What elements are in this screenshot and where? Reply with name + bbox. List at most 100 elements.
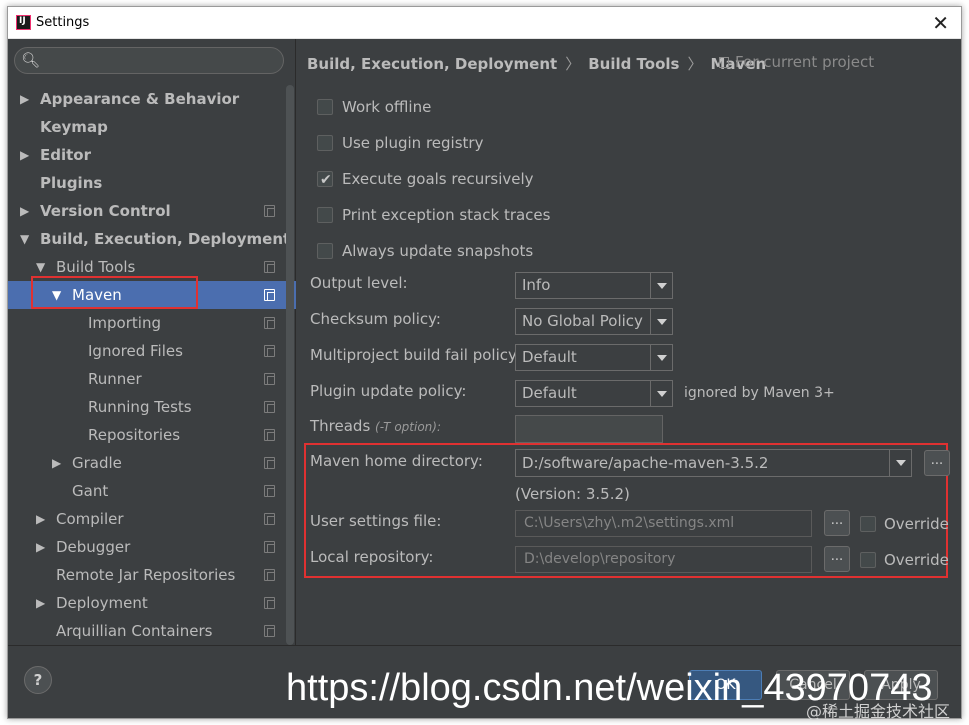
close-icon[interactable]: ✕ bbox=[932, 11, 949, 35]
project-scope-note: For current project bbox=[719, 53, 874, 71]
project-scope-icon bbox=[264, 569, 275, 581]
local-repository-field[interactable]: D:\develop\repository bbox=[515, 546, 812, 573]
intellij-app-icon bbox=[16, 15, 31, 30]
browse-local-repository-button[interactable]: ... bbox=[824, 546, 850, 572]
title-bar: Settings ✕ bbox=[8, 7, 961, 39]
local-repository-label: Local repository: bbox=[310, 548, 434, 566]
sidebar-item[interactable]: ▶ Compiler bbox=[8, 505, 296, 533]
search-icon: 🔍︎ bbox=[21, 51, 41, 69]
sidebar-item[interactable]: Keymap bbox=[8, 113, 296, 141]
checkbox-label: Work offline bbox=[342, 98, 432, 116]
help-button[interactable]: ? bbox=[24, 666, 52, 694]
threads-label: Threads (-T option): bbox=[310, 417, 441, 435]
project-scope-icon bbox=[264, 457, 275, 469]
collapsed-arrow-icon[interactable]: ▶ bbox=[36, 589, 45, 617]
chevron-down-icon bbox=[650, 345, 672, 370]
sidebar-item[interactable]: ▶ Version Control bbox=[8, 197, 296, 225]
sidebar-item[interactable]: ▶ Editor bbox=[8, 141, 296, 169]
sidebar-item[interactable]: Runner bbox=[8, 365, 296, 393]
user-settings-field[interactable]: C:\Users\zhy\.m2\settings.xml bbox=[515, 510, 812, 537]
project-scope-icon bbox=[264, 317, 275, 329]
sidebar-item-label: Build, Execution, Deployment bbox=[40, 230, 291, 248]
sidebar-item-label: Gradle bbox=[72, 454, 122, 472]
collapsed-arrow-icon[interactable]: ▶ bbox=[20, 141, 29, 169]
checkbox-label: Execute goals recursively bbox=[342, 170, 534, 188]
output-level-select[interactable]: Info bbox=[515, 272, 673, 299]
collapsed-arrow-icon[interactable]: ▶ bbox=[20, 85, 29, 113]
checkbox[interactable] bbox=[317, 99, 333, 115]
sidebar-item-label: Runner bbox=[88, 370, 142, 388]
sidebar-item[interactable]: Ignored Files bbox=[8, 337, 296, 365]
collapsed-arrow-icon[interactable]: ▶ bbox=[20, 197, 29, 225]
project-scope-icon bbox=[264, 485, 275, 497]
project-scope-icon bbox=[264, 289, 275, 301]
plugin-update-select[interactable]: Default bbox=[515, 380, 673, 407]
sidebar-item-label: Repositories bbox=[88, 426, 181, 444]
collapsed-arrow-icon[interactable]: ▶ bbox=[36, 533, 45, 561]
sidebar-item[interactable]: Gant bbox=[8, 477, 296, 505]
sidebar-item-label: Ignored Files bbox=[88, 342, 183, 360]
expanded-arrow-icon[interactable]: ▼ bbox=[20, 225, 29, 253]
sidebar-scrollbar[interactable] bbox=[286, 85, 294, 645]
sidebar-item[interactable]: Repositories bbox=[8, 421, 296, 449]
project-scope-icon bbox=[264, 429, 275, 441]
maven-version: (Version: 3.5.2) bbox=[515, 485, 630, 503]
breadcrumb: Build, Execution, Deployment 〉 Build Tools… bbox=[307, 53, 874, 74]
project-scope-icon bbox=[264, 625, 275, 637]
collapsed-arrow-icon[interactable]: ▶ bbox=[52, 449, 61, 477]
user-settings-override-checkbox[interactable] bbox=[860, 516, 876, 532]
sidebar-item-label: Arquillian Containers bbox=[56, 622, 213, 640]
breadcrumb-build-execution: Build, Execution, Deployment bbox=[307, 55, 558, 73]
search-input[interactable]: 🔍︎ bbox=[14, 47, 284, 74]
sidebar-item[interactable]: Plugins bbox=[8, 169, 296, 197]
checkbox-label: Always update snapshots bbox=[342, 242, 534, 260]
browse-maven-home-button[interactable]: ... bbox=[924, 450, 950, 476]
browse-user-settings-button[interactable]: ... bbox=[824, 510, 850, 536]
user-settings-label: User settings file: bbox=[310, 512, 442, 530]
plugin-update-note: ignored by Maven 3+ bbox=[684, 385, 835, 401]
checkbox[interactable] bbox=[317, 243, 333, 259]
checksum-policy-label: Checksum policy: bbox=[310, 310, 441, 328]
sidebar-item-label: Debugger bbox=[56, 538, 131, 556]
checkbox[interactable] bbox=[317, 207, 333, 223]
fail-policy-value: Default bbox=[522, 348, 577, 366]
threads-input[interactable] bbox=[515, 415, 663, 443]
local-repository-override-checkbox[interactable] bbox=[860, 552, 876, 568]
sidebar-item[interactable]: Arquillian Containers bbox=[8, 617, 296, 645]
settings-sidebar: 🔍︎ ▶ Appearance & Behavior Keymap ▶ Editor Pl… bbox=[8, 39, 296, 645]
sidebar-item[interactable]: Importing bbox=[8, 309, 296, 337]
sidebar-item-label: Deployment bbox=[56, 594, 148, 612]
project-icon bbox=[719, 57, 729, 68]
sidebar-item[interactable]: ▶ Deployment bbox=[8, 589, 296, 617]
checksum-policy-select[interactable]: No Global Policy bbox=[515, 308, 673, 335]
window-title: Settings bbox=[36, 15, 90, 30]
sidebar-item[interactable]: ▶ Debugger bbox=[8, 533, 296, 561]
checked-checkbox[interactable] bbox=[317, 168, 333, 192]
maven-home-select[interactable]: D:/software/apache-maven-3.5.2 bbox=[515, 449, 912, 477]
settings-content: Build, Execution, Deployment 〉 Build Tools… bbox=[297, 39, 961, 645]
breadcrumb-build-tools: Build Tools bbox=[588, 55, 680, 73]
plugin-update-label: Plugin update policy: bbox=[310, 382, 467, 400]
maven-home-label: Maven home directory: bbox=[310, 452, 483, 470]
sidebar-item[interactable]: Remote Jar Repositories bbox=[8, 561, 296, 589]
settings-dialog: Settings ✕ 🔍︎ ▶ Appearance & Behavior Keym… bbox=[7, 6, 962, 719]
fail-policy-select[interactable]: Default bbox=[515, 344, 673, 371]
project-scope-label: For current project bbox=[735, 53, 875, 71]
sidebar-item-label: Remote Jar Repositories bbox=[56, 566, 236, 584]
sidebar-item-label: Version Control bbox=[40, 202, 171, 220]
sidebar-item-label: Editor bbox=[40, 146, 91, 164]
sidebar-item-label: Compiler bbox=[56, 510, 124, 528]
chevron-down-icon bbox=[650, 309, 672, 334]
breadcrumb-separator: 〉 bbox=[687, 55, 703, 73]
sidebar-item[interactable]: ▶ Appearance & Behavior bbox=[8, 85, 296, 113]
checkbox[interactable] bbox=[317, 135, 333, 151]
sidebar-item[interactable]: Running Tests bbox=[8, 393, 296, 421]
collapsed-arrow-icon[interactable]: ▶ bbox=[36, 505, 45, 533]
sidebar-item[interactable]: ▼ Build, Execution, Deployment bbox=[8, 225, 296, 253]
project-scope-icon bbox=[264, 373, 275, 385]
project-scope-icon bbox=[264, 205, 275, 217]
sidebar-item-label: Appearance & Behavior bbox=[40, 90, 240, 108]
checkbox-label: Print exception stack traces bbox=[342, 206, 551, 224]
project-scope-icon bbox=[264, 541, 275, 553]
sidebar-item[interactable]: ▶ Gradle bbox=[8, 449, 296, 477]
